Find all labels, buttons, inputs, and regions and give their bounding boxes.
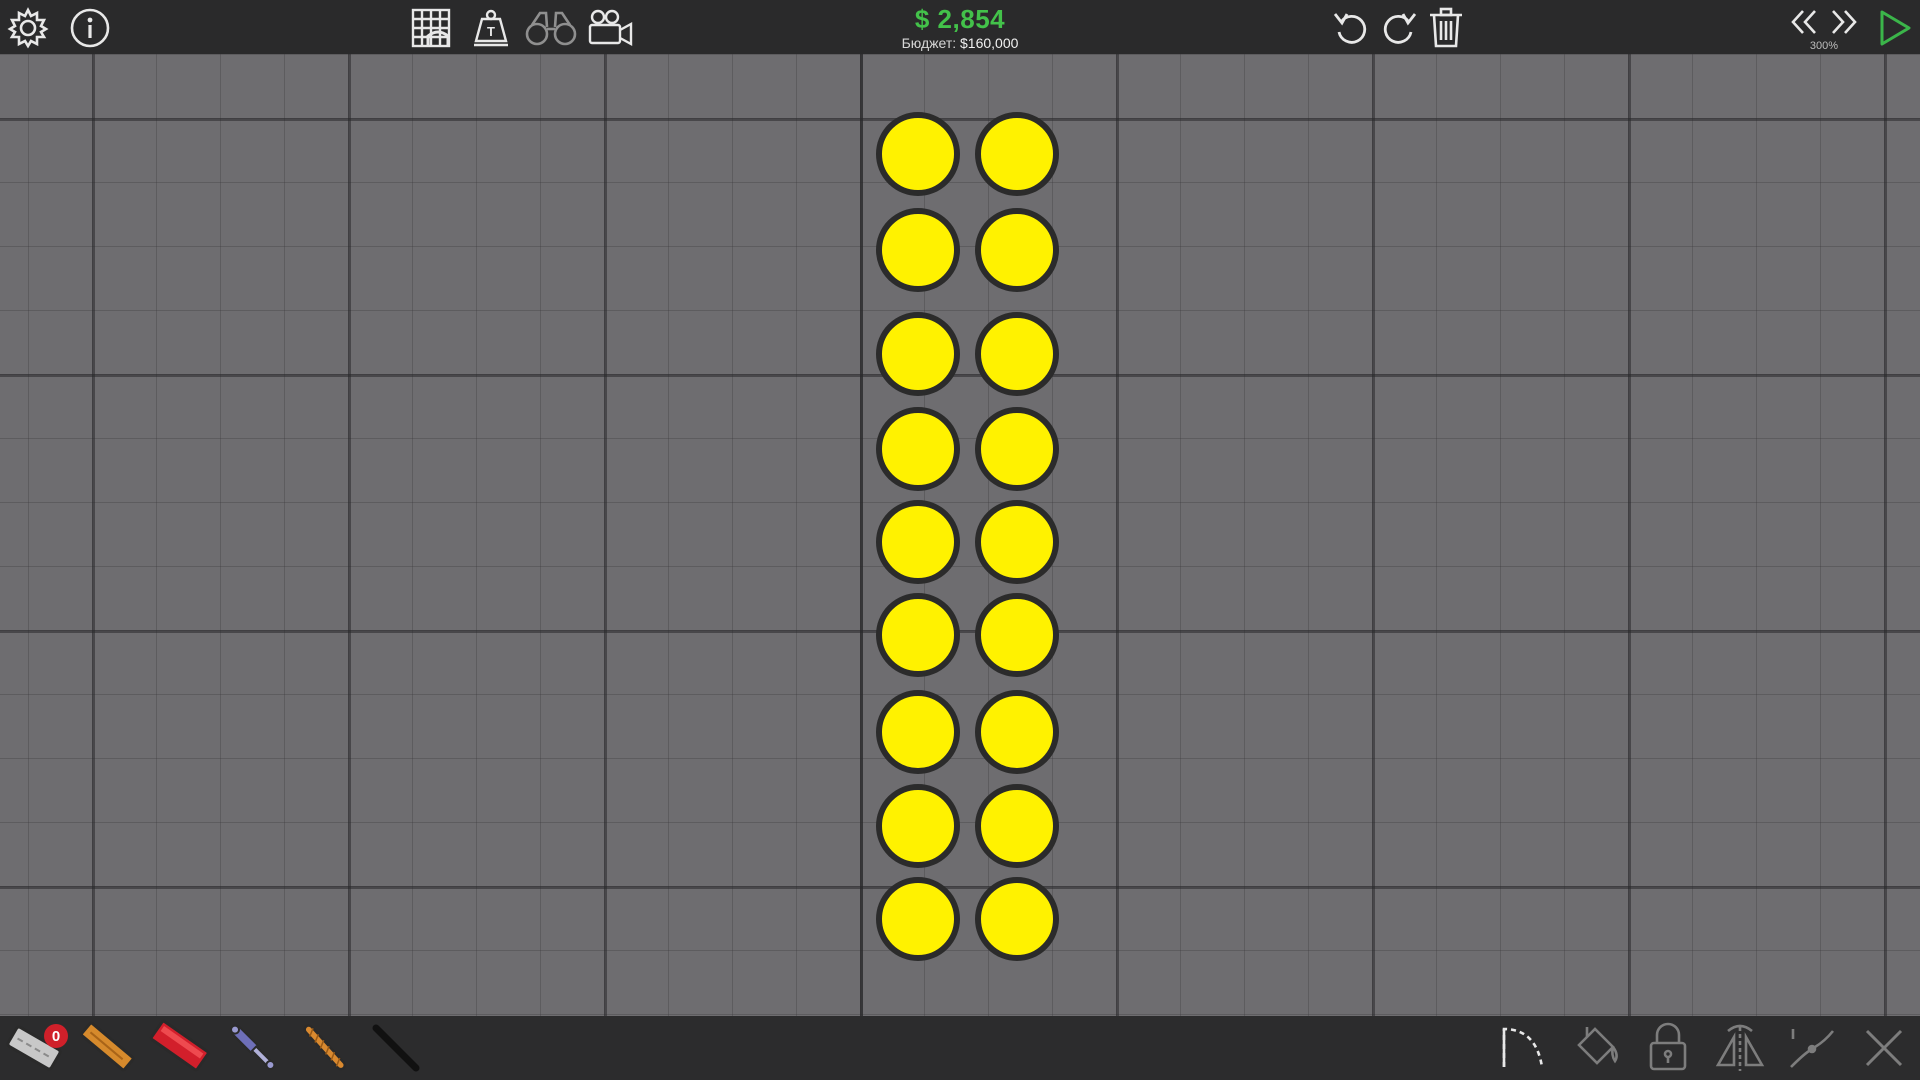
play-icon[interactable] — [1872, 6, 1916, 50]
wheel[interactable] — [975, 500, 1059, 584]
rewind-icon[interactable] — [1786, 4, 1822, 40]
cable-material-button[interactable] — [364, 1016, 428, 1080]
material-toolbar — [0, 1016, 1920, 1080]
undo-icon[interactable] — [1330, 6, 1374, 50]
wheel[interactable] — [876, 312, 960, 396]
budget-display: Бюджет: $160,000 — [860, 35, 1060, 51]
gear-icon[interactable] — [6, 6, 50, 50]
steel-material-button[interactable] — [146, 1016, 210, 1080]
trash-icon[interactable] — [1424, 6, 1468, 50]
wheel[interactable] — [876, 112, 960, 196]
zoom-level: 300% — [1809, 40, 1839, 52]
wheel[interactable] — [975, 784, 1059, 868]
road-count-badge: 0 — [44, 1024, 68, 1048]
build-grid[interactable] — [0, 54, 1920, 1016]
wheel[interactable] — [876, 407, 960, 491]
wheel[interactable] — [876, 690, 960, 774]
wheel[interactable] — [975, 208, 1059, 292]
budget-value: $160,000 — [960, 35, 1019, 51]
money-display: $ 2,854 — [914, 4, 1006, 34]
rope-material-button[interactable] — [292, 1016, 356, 1080]
camera-icon[interactable] — [586, 6, 636, 50]
binoculars-icon[interactable] — [524, 6, 578, 50]
wheel[interactable] — [876, 877, 960, 961]
wheel[interactable] — [876, 208, 960, 292]
wood-material-button[interactable] — [74, 1016, 138, 1080]
info-icon[interactable] — [68, 6, 112, 50]
center-line — [860, 54, 863, 1080]
bridge-grid-icon[interactable] — [410, 6, 454, 50]
split-icon[interactable] — [1780, 1016, 1844, 1080]
wheel[interactable] — [975, 877, 1059, 961]
budget-label: Бюджет: — [901, 35, 961, 51]
flip-icon[interactable] — [1708, 1016, 1772, 1080]
hydraulic-material-button[interactable] — [220, 1016, 284, 1080]
wheel[interactable] — [975, 312, 1059, 396]
wheel[interactable] — [975, 593, 1059, 677]
close-icon[interactable] — [1852, 1016, 1916, 1080]
wheel[interactable] — [876, 500, 960, 584]
redo-icon[interactable] — [1376, 6, 1420, 50]
lock-icon[interactable] — [1636, 1016, 1700, 1080]
wheel[interactable] — [975, 407, 1059, 491]
wheel[interactable] — [975, 112, 1059, 196]
paint-bucket-icon[interactable] — [1564, 1016, 1628, 1080]
svg-text:T: T — [487, 24, 495, 39]
top-toolbar: T $ 2,854 Бюджет: $160,000 300% — [0, 0, 1920, 54]
fast-forward-icon[interactable] — [1826, 4, 1862, 40]
wheel[interactable] — [876, 593, 960, 677]
wheel[interactable] — [876, 784, 960, 868]
curve-icon[interactable] — [1492, 1016, 1556, 1080]
weight-icon[interactable]: T — [469, 6, 513, 50]
wheel[interactable] — [975, 690, 1059, 774]
